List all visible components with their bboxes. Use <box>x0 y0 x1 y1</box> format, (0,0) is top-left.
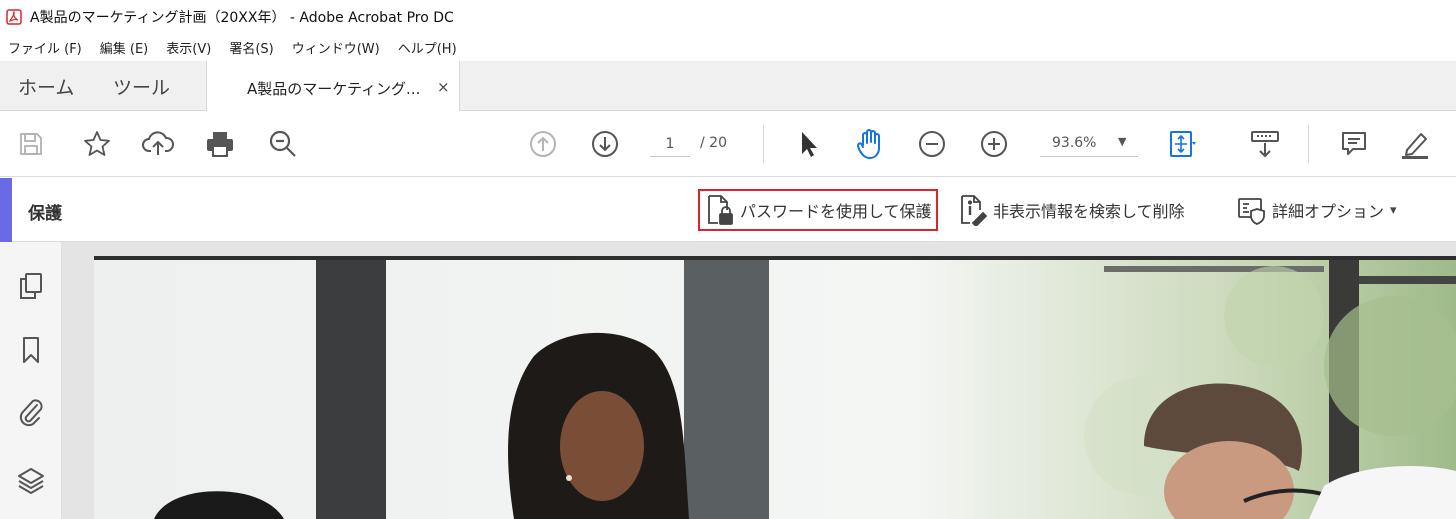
document-info-icon <box>957 194 989 226</box>
menu-sign[interactable]: 署名(S) <box>229 38 273 57</box>
zoom-out-icon[interactable] <box>915 127 949 161</box>
tab-home[interactable]: ホーム <box>18 73 74 100</box>
page-number-input[interactable]: 1 <box>650 131 690 157</box>
highlight-pen-icon[interactable] <box>1398 127 1432 161</box>
document-viewport[interactable] <box>62 242 1456 519</box>
tab-document-label: A製品のマーケティング... <box>247 80 421 98</box>
document-lock-icon <box>704 194 736 226</box>
prev-page-icon[interactable] <box>526 127 560 161</box>
hand-tool-icon[interactable] <box>853 127 887 161</box>
layers-icon[interactable] <box>14 464 48 498</box>
protect-title: 保護 <box>28 204 62 224</box>
window-title: A製品のマーケティング計画（20XX年） - Adobe Acrobat Pro… <box>30 9 454 26</box>
page-total: / 20 <box>700 135 727 151</box>
main-toolbar: 1 / 20 93.6% ▼ <box>0 111 1456 177</box>
protect-toolbar: 保護 パスワードを使用して保護 非表示情報を検索して削除 詳細オプション ▾ <box>0 178 1456 242</box>
window-titlebar: A製品のマーケティング計画（20XX年） - Adobe Acrobat Pro… <box>0 0 1456 33</box>
zoom-in-icon[interactable] <box>977 127 1011 161</box>
save-icon[interactable] <box>14 127 48 161</box>
remove-hidden-info-label: 非表示情報を検索して削除 <box>993 202 1185 221</box>
menu-edit[interactable]: 編集 (E) <box>100 38 149 57</box>
acrobat-pdf-icon <box>6 8 22 25</box>
tab-document[interactable]: A製品のマーケティング... × <box>206 61 460 112</box>
tab-tools[interactable]: ツール <box>113 73 170 100</box>
bookmarks-icon[interactable] <box>14 333 48 367</box>
scroll-mode-icon[interactable] <box>1248 127 1282 161</box>
zoom-level-value: 93.6% <box>1052 135 1097 151</box>
chevron-down-icon: ▾ <box>1390 202 1397 218</box>
print-icon[interactable] <box>203 127 237 161</box>
bookmark-star-icon[interactable] <box>80 127 114 161</box>
chevron-down-icon: ▼ <box>1118 135 1127 148</box>
advanced-options-button[interactable]: 詳細オプション ▾ <box>1236 189 1397 231</box>
close-tab-icon[interactable]: × <box>437 78 450 96</box>
page-thumbnails-icon[interactable] <box>14 269 48 303</box>
menu-view[interactable]: 表示(V) <box>166 38 211 57</box>
comment-icon[interactable] <box>1337 127 1371 161</box>
settings-shield-icon <box>1236 194 1268 226</box>
menu-help[interactable]: ヘルプ(H) <box>398 38 457 57</box>
upload-cloud-icon[interactable] <box>141 127 175 161</box>
zoom-level-select[interactable]: 93.6% ▼ <box>1040 131 1138 157</box>
protect-with-password-button[interactable]: パスワードを使用して保護 <box>698 189 938 231</box>
protect-with-password-label: パスワードを使用して保護 <box>740 202 932 221</box>
menu-file[interactable]: ファイル (F) <box>8 38 82 57</box>
toolbar-divider <box>763 125 764 163</box>
zoom-search-icon[interactable] <box>266 127 300 161</box>
navigation-rail <box>0 242 62 519</box>
toolbar-divider <box>1308 125 1309 163</box>
remove-hidden-info-button[interactable]: 非表示情報を検索して削除 <box>957 189 1185 231</box>
protect-accent-bar <box>0 178 12 242</box>
next-page-icon[interactable] <box>588 127 622 161</box>
tab-bar: ホーム ツール A製品のマーケティング... × <box>0 61 1456 112</box>
attachments-icon[interactable] <box>14 395 48 429</box>
fit-page-icon[interactable] <box>1166 127 1200 161</box>
document-page-image <box>94 256 1456 519</box>
select-cursor-icon[interactable] <box>792 127 826 161</box>
advanced-options-label: 詳細オプション <box>1272 202 1385 221</box>
menu-window[interactable]: ウィンドウ(W) <box>292 38 380 57</box>
menu-bar: ファイル (F) 編集 (E) 表示(V) 署名(S) ウィンドウ(W) ヘルプ… <box>0 33 1456 61</box>
